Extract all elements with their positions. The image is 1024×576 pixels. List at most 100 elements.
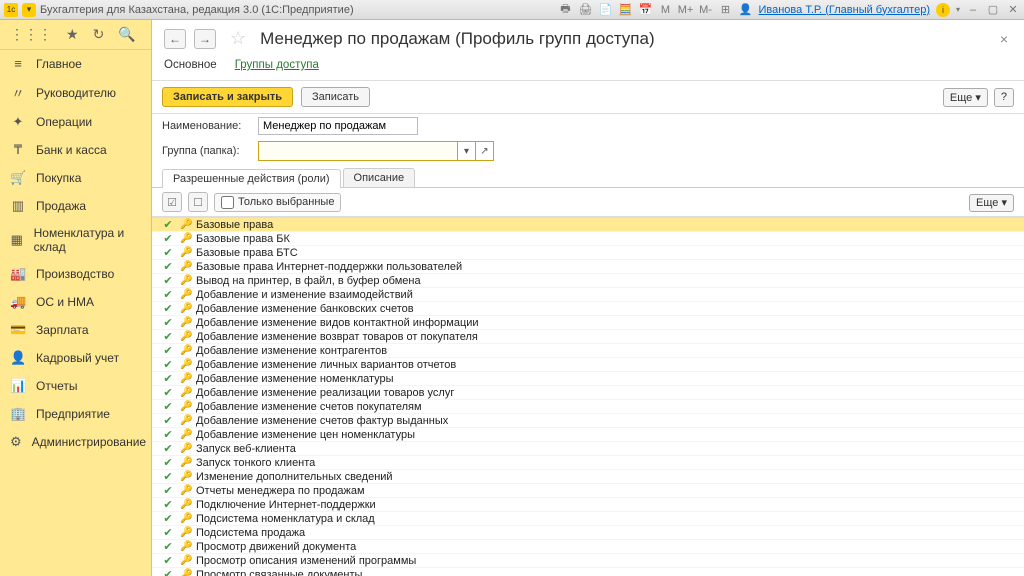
role-row[interactable]: ✔🔑Базовые права БТС (152, 246, 1024, 260)
sidebar-item-11[interactable]: 📊Отчеты (0, 372, 151, 400)
m-minus-icon[interactable]: M- (698, 3, 712, 17)
print-icon[interactable]: 🖶 (558, 3, 572, 17)
more-button[interactable]: Еще ▾ (943, 88, 988, 107)
sidebar-item-12[interactable]: 🏢Предприятие (0, 400, 151, 428)
role-row[interactable]: ✔🔑Добавление изменение номенклатуры (152, 372, 1024, 386)
calc-icon[interactable]: 🧮 (618, 3, 632, 17)
tab-main[interactable]: Основное (164, 59, 217, 74)
help-button[interactable]: ? (994, 88, 1014, 107)
key-icon: 🔑 (180, 289, 190, 300)
doc-icon[interactable]: 📄 (598, 3, 612, 17)
key-icon: 🔑 (180, 359, 190, 370)
role-row[interactable]: ✔🔑Добавление изменение цен номенклатуры (152, 428, 1024, 442)
sidebar-item-13[interactable]: ⚙Администрирование (0, 428, 151, 456)
sidebar-item-7[interactable]: 🏭Производство (0, 260, 151, 288)
sidebar-item-10[interactable]: 👤Кадровый учет (0, 344, 151, 372)
sidebar-item-6[interactable]: ▦Номенклатура и склад (0, 220, 151, 260)
sidebar-item-0[interactable]: ≡Главное (0, 50, 151, 77)
role-row[interactable]: ✔🔑Отчеты менеджера по продажам (152, 484, 1024, 498)
role-row[interactable]: ✔🔑Просмотр движений документа (152, 540, 1024, 554)
role-row[interactable]: ✔🔑Подключение Интернет-поддержки (152, 498, 1024, 512)
role-row[interactable]: ✔🔑Добавление изменение контрагентов (152, 344, 1024, 358)
dropdown-icon[interactable]: ▾ (22, 3, 36, 17)
role-row[interactable]: ✔🔑Вывод на принтер, в файл, в буфер обме… (152, 274, 1024, 288)
sidebar-item-5[interactable]: ▥Продажа (0, 192, 151, 220)
role-row[interactable]: ✔🔑Изменение дополнительных сведений (152, 470, 1024, 484)
favorite-star-icon[interactable]: ☆ (230, 28, 246, 49)
roles-list[interactable]: ✔🔑Базовые права✔🔑Базовые права БК✔🔑Базов… (152, 217, 1024, 576)
role-row[interactable]: ✔🔑Просмотр описания изменений программы (152, 554, 1024, 568)
role-row[interactable]: ✔🔑Добавление изменение банковских счетов (152, 302, 1024, 316)
role-label: Добавление изменение цен номенклатуры (196, 429, 415, 441)
content-header: ← → ☆ Менеджер по продажам (Профиль груп… (152, 20, 1024, 81)
search-icon[interactable]: 🔍 (118, 26, 135, 43)
role-row[interactable]: ✔🔑Базовые права Интернет-поддержки польз… (152, 260, 1024, 274)
role-label: Изменение дополнительных сведений (196, 471, 393, 483)
calendar-icon[interactable]: 📅 (638, 3, 652, 17)
print2-icon[interactable]: 🖨 (578, 3, 592, 17)
only-selected-toggle[interactable]: Только выбранные (214, 193, 341, 212)
role-label: Добавление изменение возврат товаров от … (196, 331, 478, 343)
sidebar-item-label: Предприятие (36, 407, 110, 421)
role-row[interactable]: ✔🔑Просмотр связанные документы (152, 568, 1024, 576)
tab-description[interactable]: Описание (343, 168, 416, 187)
grid-icon[interactable]: ⊞ (718, 3, 732, 17)
sidebar-item-2[interactable]: ✦Операции (0, 108, 151, 136)
info-icon[interactable]: i (936, 3, 950, 17)
m-plus-icon[interactable]: M+ (678, 3, 692, 17)
check-all-button[interactable]: ☑ (162, 192, 182, 212)
nav-forward-button[interactable]: → (194, 29, 216, 49)
user-icon[interactable]: 👤 (738, 3, 752, 17)
role-label: Подсистема продажа (196, 527, 305, 539)
nav-back-button[interactable]: ← (164, 29, 186, 49)
key-icon: 🔑 (180, 387, 190, 398)
sidebar-item-4[interactable]: 🛒Покупка (0, 164, 151, 192)
minimize-icon[interactable]: – (966, 3, 980, 17)
save-button[interactable]: Записать (301, 87, 370, 107)
role-row[interactable]: ✔🔑Запуск веб-клиента (152, 442, 1024, 456)
roles-more-button[interactable]: Еще ▾ (969, 194, 1014, 212)
role-row[interactable]: ✔🔑Добавление изменение счетов фактур выд… (152, 414, 1024, 428)
role-row[interactable]: ✔🔑Добавление изменение видов контактной … (152, 316, 1024, 330)
role-row[interactable]: ✔🔑Добавление изменение возврат товаров о… (152, 330, 1024, 344)
uncheck-all-button[interactable]: ☐ (188, 192, 208, 212)
group-input[interactable] (258, 141, 458, 161)
tab-groups[interactable]: Группы доступа (235, 59, 319, 74)
role-row[interactable]: ✔🔑Запуск тонкого клиента (152, 456, 1024, 470)
role-row[interactable]: ✔🔑Подсистема номенклатура и склад (152, 512, 1024, 526)
role-label: Добавление изменение личных вариантов от… (196, 359, 456, 371)
group-open-button[interactable]: ↗ (476, 141, 494, 161)
role-row[interactable]: ✔🔑Добавление и изменение взаимодействий (152, 288, 1024, 302)
history-icon[interactable]: ↻ (93, 26, 105, 43)
key-icon: 🔑 (180, 485, 190, 496)
role-row[interactable]: ✔ 🔑 Добавление изменение личных вариантов … (152, 358, 1024, 372)
group-dropdown-button[interactable]: ▾ (458, 141, 476, 161)
sidebar-item-1[interactable]: 〃Руководителю (0, 77, 151, 108)
role-label: Добавление изменение банковских счетов (196, 303, 414, 315)
info-dropdown-icon[interactable]: ▾ (956, 5, 960, 14)
key-icon: 🔑 (180, 219, 190, 230)
tab-roles[interactable]: Разрешенные действия (роли) (162, 169, 341, 188)
star-icon[interactable]: ★ (66, 26, 79, 43)
sidebar-item-9[interactable]: 💳Зарплата (0, 316, 151, 344)
role-row[interactable]: ✔🔑Базовые права (152, 218, 1024, 232)
name-input[interactable] (258, 117, 418, 135)
role-label: Отчеты менеджера по продажам (196, 485, 365, 497)
page-close-icon[interactable]: × (996, 31, 1012, 47)
current-user[interactable]: Иванова Т.Р. (Главный бухгалтер) (758, 4, 930, 16)
role-row[interactable]: ✔🔑Добавление изменение реализации товаро… (152, 386, 1024, 400)
only-selected-checkbox[interactable] (221, 196, 234, 209)
role-row[interactable]: ✔🔑Подсистема продажа (152, 526, 1024, 540)
role-row[interactable]: ✔🔑Базовые права БК (152, 232, 1024, 246)
close-icon[interactable]: ✕ (1006, 3, 1020, 17)
check-icon: ✔ (162, 526, 174, 539)
role-row[interactable]: ✔🔑Добавление изменение счетов покупателя… (152, 400, 1024, 414)
save-close-button[interactable]: Записать и закрыть (162, 87, 293, 107)
sidebar-item-3[interactable]: ₸Банк и касса (0, 136, 151, 164)
check-icon: ✔ (162, 358, 174, 371)
m-icon[interactable]: M (658, 3, 672, 17)
apps-icon[interactable]: ⋮⋮⋮ (10, 26, 52, 43)
sidebar-item-8[interactable]: 🚚ОС и НМА (0, 288, 151, 316)
sidebar-icon: ₸ (10, 142, 26, 158)
maximize-icon[interactable]: ▢ (986, 3, 1000, 17)
